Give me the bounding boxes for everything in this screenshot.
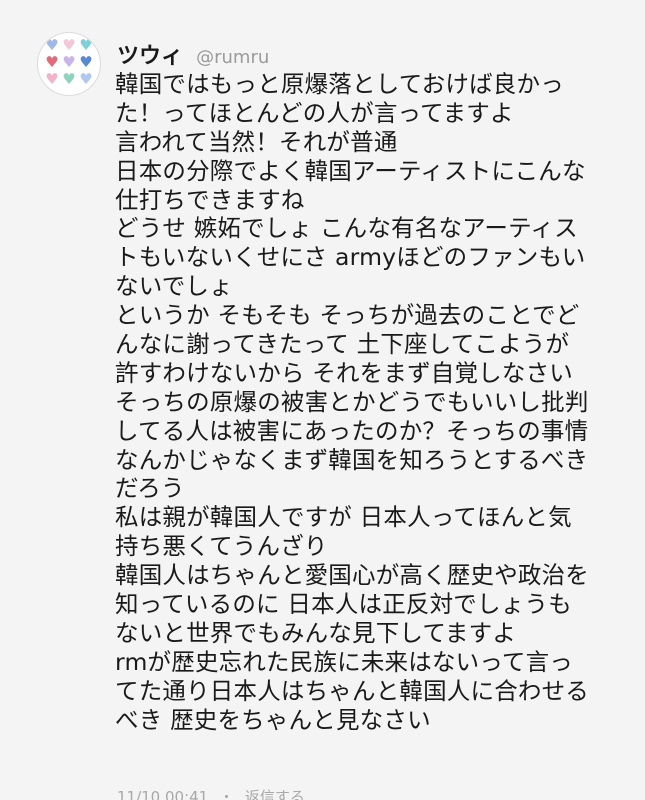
heart-icon: ♥ <box>62 70 76 88</box>
heart-icon: ♥ <box>45 53 59 71</box>
comment-line: そっちの原爆の被害とかどうでもいいし批判 <box>115 387 589 416</box>
comment-line: 言われて当然！それが普通 <box>115 127 398 156</box>
comment-line: というか そもそも そっちが過去のことでど <box>115 301 580 330</box>
comment-line: どうせ 嫉妬でしょ こんな有名なアーティス <box>115 214 578 243</box>
heart-icon: ♥ <box>79 70 93 88</box>
comment-body: 韓国ではもっと原爆落としておけば良かっ た！ってほとんどの人が言ってますよ 言われて… <box>115 70 625 734</box>
comment-line: 韓国人はちゃんと愛国心が高く歴史や政治を <box>115 561 589 590</box>
comment-line: 仕打ちできますね <box>115 185 305 214</box>
heart-icon: ♥ <box>62 53 76 71</box>
comment-line: ないでしょ <box>115 272 233 301</box>
heart-icon: ♥ <box>79 53 93 71</box>
heart-icon: ♥ <box>79 36 93 54</box>
heart-icon: ♥ <box>45 36 59 54</box>
display-name[interactable]: ツウィ <box>117 44 183 69</box>
user-handle[interactable]: @rumru <box>196 47 269 68</box>
avatar-hearts: ♥ ♥ ♥ ♥ ♥ ♥ ♥ ♥ ♥ <box>41 37 97 87</box>
heart-icon: ♥ <box>62 36 76 54</box>
heart-icon: ♥ <box>45 70 59 88</box>
timestamp: 11/10 00:41 <box>117 788 209 800</box>
comment-line: してる人は被害にあったのか？そっちの事情 <box>115 416 589 445</box>
comment-line: 韓国ではもっと原爆落としておけば良かっ <box>115 70 564 98</box>
reply-button[interactable]: 返信する <box>245 788 305 800</box>
comment-header: ツウィ @rumru <box>117 38 269 70</box>
comment-line: なんかじゃなくまず韓国を知ろうとするべき <box>115 445 589 474</box>
comment-line: 私は親が韓国人ですが 日本人ってほんと気 <box>115 503 572 532</box>
comment-line: ないと世界でもみんな見下してますよ <box>115 618 517 647</box>
comment-line: 日本の分際でよく韓国アーティストにこんな <box>115 156 586 185</box>
comment-post: ♥ ♥ ♥ ♥ ♥ ♥ ♥ ♥ ♥ ツウィ @rumru 韓国ではもっと原爆落としておけば良かっ… <box>0 0 645 800</box>
avatar[interactable]: ♥ ♥ ♥ ♥ ♥ ♥ ♥ ♥ ♥ <box>37 32 101 96</box>
comment-line: だろう <box>115 474 185 503</box>
comment-line: 知っているのに 日本人は正反対でしょうも <box>115 590 572 619</box>
footer-separator: ・ <box>219 788 235 800</box>
comment-line: 許すわけないから それをまず自覚しなさい <box>115 358 573 387</box>
comment-line: た！ってほとんどの人が言ってますよ <box>115 98 514 127</box>
comment-line: rmが歴史忘れた民族に未来はないって言っ <box>115 647 573 676</box>
comment-footer: 11/10 00:41 ・ 返信する <box>117 786 305 800</box>
comment-line: 持ち悪くてうんざり <box>115 532 328 561</box>
comment-line: トもいないくせにさ armyほどのファンもい <box>115 243 586 272</box>
comment-line: てた通り日本人はちゃんと韓国人に合わせる <box>115 676 589 705</box>
comment-line: べき 歴史をちゃんと見なさい <box>115 705 431 734</box>
comment-line: んなに謝ってきたって 土下座してこようが <box>115 330 570 359</box>
